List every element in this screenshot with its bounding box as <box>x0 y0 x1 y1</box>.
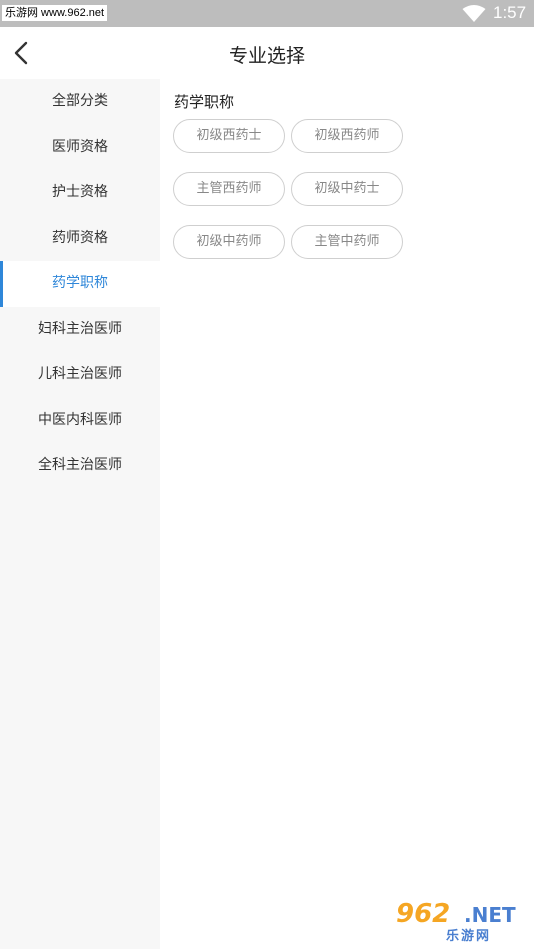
page-title: 专业选择 <box>228 45 305 67</box>
section-title: 药学职称 <box>174 93 235 111</box>
watermark-number: 962 <box>396 899 451 929</box>
tag-senior-tcm-pharmacist[interactable]: 主管中药师 <box>291 225 403 259</box>
sidebar-item-pharmacy-title[interactable]: 药学职称 <box>0 261 160 307</box>
sidebar-item-pharmacist[interactable]: 药师资格 <box>0 216 160 262</box>
tag-list: 初级西药士 初级西药师 主管西药师 初级中药士 初级中药师 主管中药师 <box>173 119 413 278</box>
sidebar-item-pediatrics[interactable]: 儿科主治医师 <box>0 352 160 398</box>
tag-junior-western-pharmacist[interactable]: 初级西药师 <box>291 119 403 153</box>
sidebar-item-all[interactable]: 全部分类 <box>0 79 160 125</box>
watermark-label: 乐游网 www.962.net <box>2 5 108 21</box>
sidebar-item-nurse[interactable]: 护士资格 <box>0 170 160 216</box>
sidebar-item-general-practice[interactable]: 全科主治医师 <box>0 443 160 489</box>
sidebar-item-tcm-internal[interactable]: 中医内科医师 <box>0 398 160 444</box>
watermark-logo: 962 .NET 乐游网 <box>396 899 526 944</box>
sidebar-item-physician[interactable]: 医师资格 <box>0 125 160 171</box>
status-time: 1:57 <box>493 3 527 22</box>
tag-junior-tcm-pharmacy-assistant[interactable]: 初级中药士 <box>291 172 403 206</box>
tag-junior-western-pharmacy-assistant[interactable]: 初级西药士 <box>173 119 285 153</box>
status-bar: 乐游网 www.962.net 1:57 <box>0 0 534 27</box>
wifi-icon <box>462 5 486 22</box>
tag-senior-western-pharmacist[interactable]: 主管西药师 <box>173 172 285 206</box>
app-header: 专业选择 <box>0 27 534 79</box>
main-content: 药学职称 初级西药士 初级西药师 主管西药师 初级中药士 初级中药师 主管中药师 <box>160 79 534 949</box>
watermark-name: 乐游网 <box>446 929 492 944</box>
tag-junior-tcm-pharmacist[interactable]: 初级中药师 <box>173 225 285 259</box>
watermark-domain: .NET <box>464 903 516 927</box>
category-sidebar: 全部分类 医师资格 护士资格 药师资格 药学职称 妇科主治医师 儿科主治医师 中… <box>0 79 160 949</box>
sidebar-item-gynecology[interactable]: 妇科主治医师 <box>0 307 160 353</box>
